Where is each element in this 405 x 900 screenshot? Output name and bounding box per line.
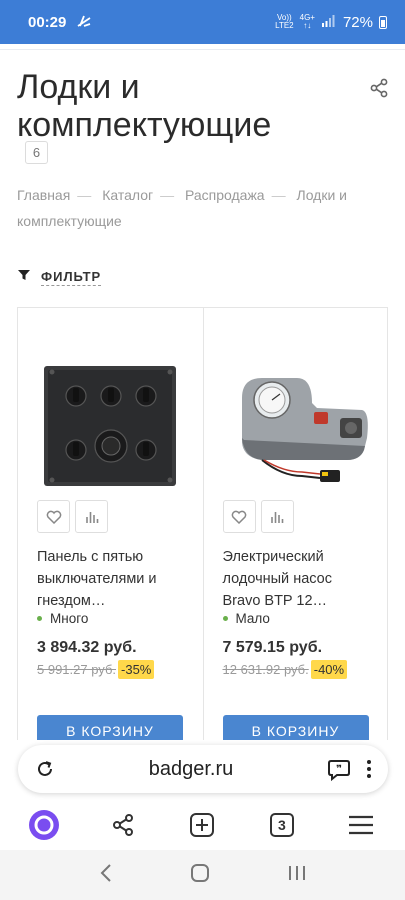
page-title: Лодки и комплектующие (17, 68, 272, 144)
filter-label: ФИЛЬТР (41, 268, 102, 286)
network-type: 4G+ ↑↓ (299, 13, 315, 30)
product-name[interactable]: Электрический лодочный насос Bravo BTP 1… (223, 546, 373, 612)
add-to-cart-button[interactable]: В КОРЗИНУ (222, 715, 369, 740)
home-icon[interactable] (190, 863, 210, 888)
new-tab-icon[interactable] (182, 805, 222, 845)
notification-icon (76, 14, 92, 31)
share-icon[interactable] (103, 805, 143, 845)
discount-badge: -40% (310, 660, 348, 679)
stock-status: Мало (222, 611, 270, 626)
share-icon[interactable] (369, 78, 389, 98)
compare-button[interactable] (75, 500, 108, 533)
menu-icon[interactable] (341, 805, 381, 845)
favorite-button[interactable] (37, 500, 70, 533)
alice-assistant-icon[interactable] (24, 805, 64, 845)
product-name[interactable]: Панель с пятью выключателями и гнездом… (37, 546, 187, 612)
filter-toggle[interactable]: ФИЛЬТР (17, 268, 102, 286)
old-price-row: 5 991.27 руб. -35% (37, 660, 155, 679)
product-price: 3 894.32 руб. (37, 639, 137, 656)
old-price: 12 631.92 руб. (222, 662, 309, 677)
old-price: 5 991.27 руб. (37, 662, 117, 677)
reload-icon[interactable] (34, 758, 56, 780)
tabs-count: 3 (269, 813, 294, 837)
battery-icon (379, 15, 387, 29)
filter-icon (17, 268, 31, 286)
breadcrumb-catalog[interactable]: Каталог (102, 187, 153, 203)
product-actions (37, 500, 108, 533)
battery-percent: 72% (342, 13, 373, 31)
compare-icon (271, 511, 284, 523)
stock-dot (222, 616, 228, 621)
url-text[interactable]: badger.ru (56, 758, 326, 781)
product-price: 7 579.15 руб. (222, 639, 323, 656)
stock-dot (37, 616, 42, 621)
product-card[interactable]: Электрический лодочный насос Bravo BTP 1… (202, 308, 388, 740)
discount-badge: -35% (118, 660, 155, 679)
browser-toolbar: 3 (0, 800, 405, 850)
breadcrumb-home[interactable]: Главная (17, 187, 70, 203)
product-image[interactable] (222, 358, 372, 498)
more-menu-icon[interactable] (366, 759, 372, 779)
product-actions (222, 500, 294, 533)
recents-icon[interactable] (287, 864, 307, 887)
back-icon[interactable] (99, 863, 113, 888)
product-count-badge: 6 (25, 141, 48, 164)
signal-icon (321, 14, 335, 30)
product-image[interactable] (36, 358, 186, 498)
network-indicator: Vo)) LTE2 (275, 13, 294, 30)
compare-button[interactable] (260, 500, 294, 533)
breadcrumb-sale[interactable]: Распродажа (185, 187, 265, 203)
address-bar[interactable]: badger.ru ❞ (18, 745, 388, 793)
system-navigation (0, 850, 405, 900)
product-card[interactable]: Панель с пятью выключателями и гнездом… … (18, 308, 203, 740)
add-to-cart-button[interactable]: В КОРЗИНУ (37, 715, 183, 740)
page-content: Лодки и комплектующие 6 Главная — Каталог… (0, 50, 405, 740)
breadcrumb: Главная — Каталог — Распродажа — Лодки и ко… (17, 187, 347, 229)
status-bar: 00:29 Vo)) LTE2 4G+ ↑↓ 72% (0, 0, 405, 44)
svg-text:❞: ❞ (336, 764, 342, 775)
compare-icon (85, 511, 98, 523)
product-grid: Панель с пятью выключателями и гнездом… … (17, 307, 388, 740)
heart-icon (231, 510, 247, 524)
status-time: 00:29 (28, 13, 67, 31)
favorite-button[interactable] (222, 500, 256, 533)
stock-status: Много (37, 611, 88, 626)
old-price-row: 12 631.92 руб. -40% (223, 660, 348, 679)
tabs-button[interactable]: 3 (262, 805, 302, 845)
chat-icon[interactable]: ❞ (326, 756, 352, 782)
heart-icon (46, 510, 61, 524)
